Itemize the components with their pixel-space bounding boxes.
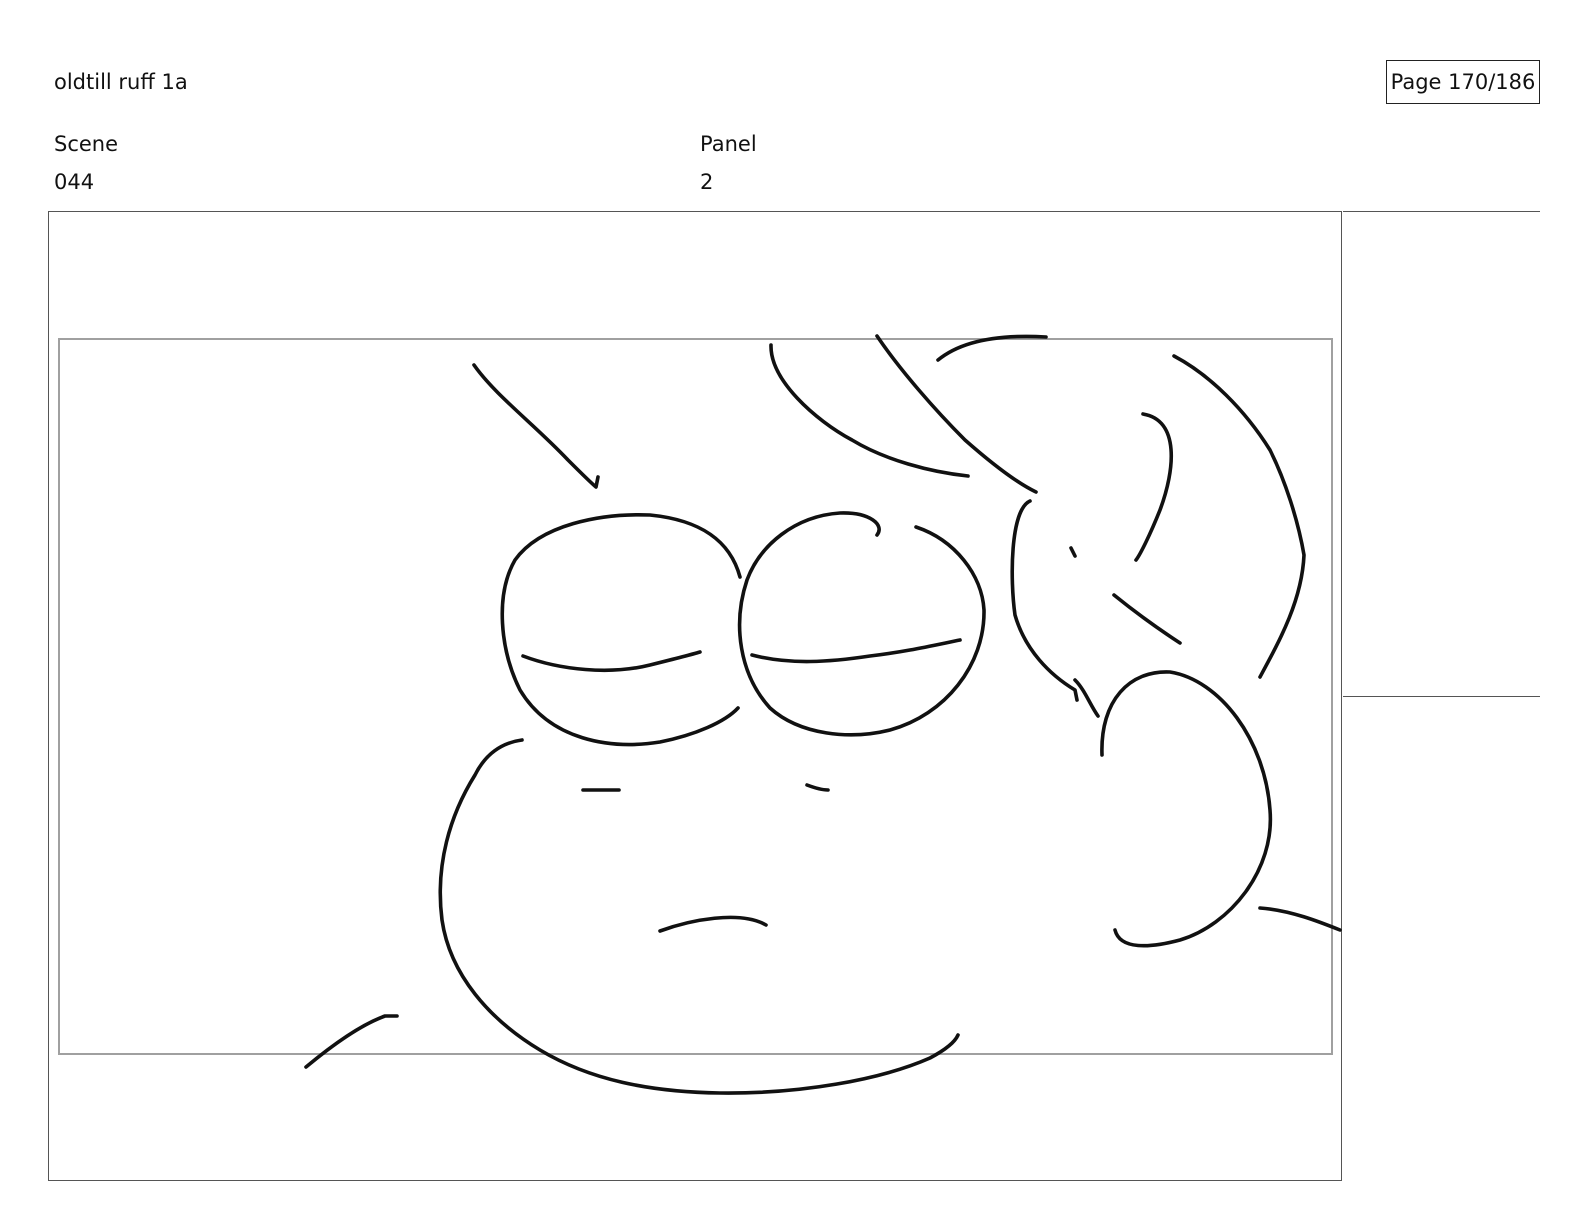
ear-curve (1134, 412, 1174, 562)
nose-mark (805, 783, 830, 792)
wrist-joint (1073, 678, 1100, 718)
hand-curve (1100, 670, 1273, 948)
face-detail (1112, 593, 1182, 645)
hand-wrist (1258, 906, 1342, 932)
shoulder-line (304, 1014, 399, 1069)
storyboard-sketch (58, 334, 1342, 1095)
hair-back (1172, 354, 1306, 679)
character-sketch (304, 334, 1342, 1095)
mouth (658, 915, 768, 933)
face-detail (1069, 546, 1077, 558)
chin-outline (438, 738, 960, 1095)
motion-line (472, 363, 600, 489)
left-eye (500, 512, 742, 747)
right-eyelid (750, 638, 962, 664)
face-side (1010, 499, 1079, 702)
right-eye (737, 511, 986, 737)
left-eyelid (521, 650, 702, 673)
hair-strand (875, 334, 1038, 494)
